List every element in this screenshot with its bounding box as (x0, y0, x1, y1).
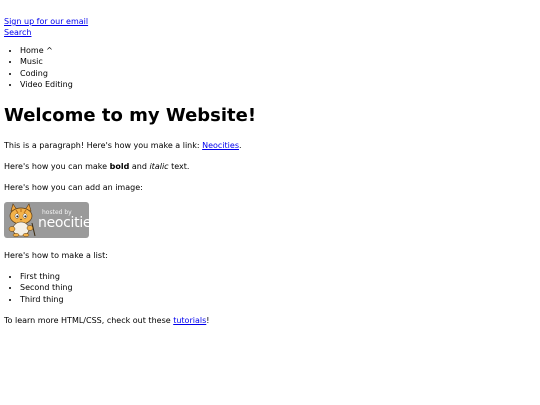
tutorials-link[interactable]: tutorials (173, 316, 206, 325)
signup-email-link[interactable]: Sign up for our email (4, 16, 536, 27)
nav-list: Home ^ Music Coding Video Editing (4, 45, 536, 90)
page-content: Sign up for our email Search Home ^ Musi… (4, 16, 536, 326)
bold-mid-text: and (129, 162, 150, 172)
nav-item-video-editing[interactable]: Video Editing (20, 79, 536, 90)
intro-end: . (239, 141, 242, 151)
bold-pre-text: Here's how you can make (4, 162, 110, 172)
list-item: Third thing (20, 294, 536, 305)
list-item: First thing (20, 271, 536, 282)
learn-pre-text: To learn more HTML/CSS, check out these (4, 316, 174, 326)
intro-paragraph: This is a paragraph! Here's how you make… (4, 140, 536, 151)
formatting-paragraph: Here's how you can make bold and italic … (4, 161, 536, 172)
image-paragraph: Here's how you can add an image: (4, 183, 143, 193)
hosted-by-neocities-badge: hosted by neocities (4, 202, 89, 239)
neocities-link[interactable]: Neocities (202, 141, 239, 150)
list-paragraph: Here's how to make a list: (4, 251, 108, 261)
page-title: Welcome to my Website! (4, 105, 257, 127)
nav-item-music[interactable]: Music (20, 56, 536, 67)
learn-more-paragraph: To learn more HTML/CSS, check out these … (4, 315, 536, 326)
nav-item-home[interactable]: Home ^ (20, 45, 536, 56)
italic-word: italic (149, 162, 169, 172)
search-link[interactable]: Search (4, 27, 536, 38)
list-item: Second thing (20, 282, 536, 293)
nav-item-coding[interactable]: Coding (20, 68, 536, 79)
badge-neocities-text: neocities (38, 215, 89, 232)
bold-post-text: text. (168, 162, 190, 172)
example-list: First thing Second thing Third thing (4, 271, 536, 305)
intro-text: This is a paragraph! Here's how you make… (4, 141, 203, 151)
bold-word: bold (109, 162, 130, 172)
learn-post-text: ! (206, 316, 210, 326)
top-links: Sign up for our email Search (4, 16, 536, 38)
